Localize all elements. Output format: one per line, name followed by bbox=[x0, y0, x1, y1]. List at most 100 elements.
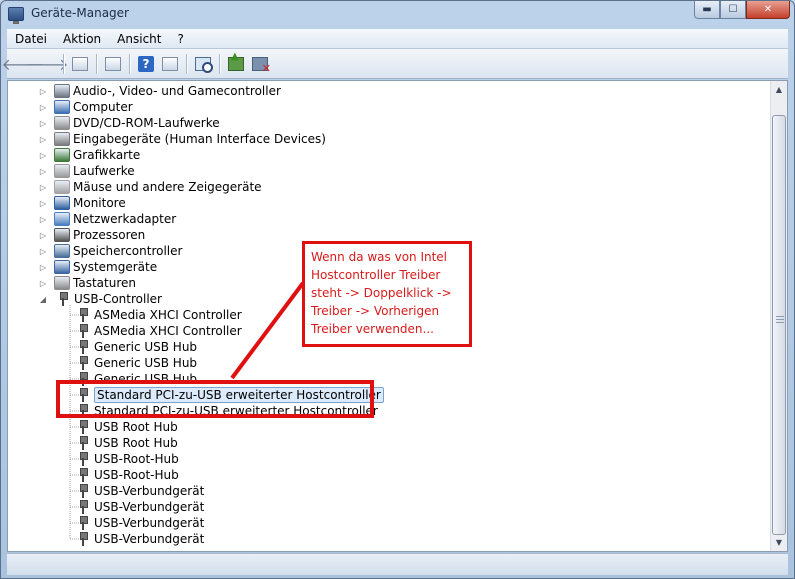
expand-arrow-icon[interactable]: ▷ bbox=[38, 163, 48, 179]
uninstall-button[interactable] bbox=[249, 53, 271, 75]
usb-device-item[interactable]: Generic USB Hub bbox=[74, 355, 197, 371]
tree-category-item[interactable]: Monitore bbox=[54, 195, 126, 211]
expand-arrow-icon[interactable]: ▷ bbox=[38, 83, 48, 99]
tree-item-label: Standard PCI-zu-USB erweiterter Hostcont… bbox=[94, 404, 378, 418]
tree-category-item[interactable]: Grafikkarte bbox=[54, 147, 140, 163]
usb-device-item[interactable]: Standard PCI-zu-USB erweiterter Hostcont… bbox=[74, 403, 378, 419]
update-driver-button[interactable] bbox=[225, 51, 247, 75]
tree-item-label: Netzwerkadapter bbox=[73, 212, 177, 226]
title-bar[interactable]: Geräte-Manager ▬ ☐ ✕ bbox=[1, 1, 794, 29]
usb-device-item[interactable]: Generic USB Hub bbox=[74, 371, 197, 387]
scroll-down-arrow-icon[interactable]: ▼ bbox=[771, 534, 787, 551]
menu-datei[interactable]: Datei bbox=[7, 32, 55, 46]
menu-ansicht[interactable]: Ansicht bbox=[109, 32, 169, 46]
properties-button[interactable] bbox=[102, 53, 124, 75]
tree-item-label: USB-Root-Hub bbox=[94, 468, 179, 482]
usb-device-icon bbox=[78, 500, 88, 514]
expand-arrow-icon[interactable]: ▷ bbox=[38, 259, 48, 275]
expand-arrow-icon[interactable]: ▷ bbox=[38, 195, 48, 211]
annotation-callout: Wenn da was von Intel Hostcontroller Tre… bbox=[302, 241, 472, 347]
usb-device-item[interactable]: USB Root Hub bbox=[74, 435, 178, 451]
usb-device-item[interactable]: USB Root Hub bbox=[74, 419, 178, 435]
scrollbar-thumb[interactable] bbox=[772, 115, 786, 535]
usb-device-item[interactable]: USB-Root-Hub bbox=[74, 467, 179, 483]
help-icon: ? bbox=[138, 55, 154, 72]
tree-category-item[interactable]: Prozessoren bbox=[54, 227, 145, 243]
tree-category-item[interactable]: Tastaturen bbox=[54, 275, 136, 291]
tree-category-item[interactable]: Audio-, Video- und Gamecontroller bbox=[54, 83, 281, 99]
expand-arrow-icon[interactable]: ▷ bbox=[38, 211, 48, 227]
usb-device-item[interactable]: USB-Verbundgerät bbox=[74, 483, 204, 499]
expand-arrow-icon[interactable]: ▷ bbox=[38, 227, 48, 243]
tree-item-label: Laufwerke bbox=[73, 164, 135, 178]
expand-arrow-icon[interactable]: ▷ bbox=[38, 275, 48, 291]
forward-button[interactable]: 🡒 bbox=[26, 53, 69, 75]
tree-item-label: USB-Controller bbox=[74, 292, 162, 306]
maximize-button[interactable]: ☐ bbox=[720, 1, 746, 19]
tree-item-label: USB-Verbundgerät bbox=[94, 500, 205, 514]
tree-item-label: Speichercontroller bbox=[73, 244, 183, 258]
tree-item-label: Generic USB Hub bbox=[94, 356, 198, 370]
system-device-icon bbox=[54, 260, 70, 274]
properties-icon bbox=[105, 56, 121, 71]
menu-help[interactable]: ? bbox=[169, 32, 191, 46]
expand-arrow-icon[interactable]: ▷ bbox=[38, 131, 48, 147]
usb-device-icon bbox=[78, 516, 88, 530]
toolbar-separator bbox=[63, 53, 64, 74]
usb-device-item[interactable]: USB-Verbundgerät bbox=[74, 515, 204, 531]
status-bar bbox=[7, 553, 788, 575]
usb-device-item[interactable]: USB-Verbundgerät bbox=[74, 531, 204, 547]
menu-bar: Datei Aktion Ansicht ? bbox=[7, 29, 788, 49]
view-button[interactable] bbox=[159, 53, 181, 75]
usb-device-icon bbox=[78, 468, 88, 482]
usb-device-item[interactable]: ASMedia XHCI Controller bbox=[74, 323, 242, 339]
device-manager-icon bbox=[8, 7, 24, 24]
usb-device-item[interactable]: USB-Root-Hub bbox=[74, 451, 179, 467]
scroll-grip-icon bbox=[776, 316, 784, 324]
show-console-tree-button[interactable] bbox=[69, 53, 91, 75]
tree-item-label: ASMedia XHCI Controller bbox=[94, 324, 242, 338]
tree-item-label: Tastaturen bbox=[73, 276, 136, 290]
usb-device-icon bbox=[78, 484, 88, 498]
usb-device-icon bbox=[78, 404, 88, 418]
tree-item-label: USB-Verbundgerät bbox=[94, 532, 205, 546]
expand-arrow-icon[interactable]: ▷ bbox=[38, 99, 48, 115]
tree-category-item[interactable]: USB-Controller bbox=[54, 291, 162, 307]
tree-category-item[interactable]: Systemgeräte bbox=[54, 259, 157, 275]
computer-icon bbox=[54, 100, 70, 114]
menu-aktion[interactable]: Aktion bbox=[55, 32, 109, 46]
tree-category-item[interactable]: Computer bbox=[54, 99, 133, 115]
scroll-up-arrow-icon[interactable]: ▲ bbox=[771, 81, 787, 98]
tree-item-label: USB Root Hub bbox=[94, 420, 178, 434]
tree-item-label: USB-Verbundgerät bbox=[94, 484, 205, 498]
usb-device-item[interactable]: Generic USB Hub bbox=[74, 339, 197, 355]
expand-arrow-icon[interactable]: ▷ bbox=[38, 179, 48, 195]
close-button[interactable]: ✕ bbox=[746, 1, 790, 19]
uninstall-icon bbox=[252, 56, 271, 75]
usb-device-icon bbox=[78, 452, 88, 466]
tree-category-item[interactable]: Mäuse und andere Zeigegeräte bbox=[54, 179, 262, 195]
expand-arrow-icon[interactable]: ▷ bbox=[38, 243, 48, 259]
tree-item-label: Eingabegeräte (Human Interface Devices) bbox=[73, 132, 326, 146]
usb-device-icon bbox=[78, 388, 88, 402]
tree-category-item[interactable]: Laufwerke bbox=[54, 163, 135, 179]
expand-arrow-icon[interactable]: ▷ bbox=[38, 115, 48, 131]
usb-device-item[interactable]: ASMedia XHCI Controller bbox=[74, 307, 242, 323]
tree-category-item[interactable]: Netzwerkadapter bbox=[54, 211, 176, 227]
usb-device-item[interactable]: USB-Verbundgerät bbox=[74, 499, 204, 515]
display-adapter-icon bbox=[54, 148, 70, 162]
tree-category-item[interactable]: Eingabegeräte (Human Interface Devices) bbox=[54, 131, 326, 147]
tree-item-label: USB Root Hub bbox=[94, 436, 178, 450]
usb-device-item[interactable]: Standard PCI-zu-USB erweiterter Hostcont… bbox=[74, 387, 384, 403]
scan-hardware-button[interactable] bbox=[192, 53, 214, 75]
collapse-arrow-icon[interactable]: ◢ bbox=[38, 291, 48, 307]
expand-arrow-icon[interactable]: ▷ bbox=[38, 147, 48, 163]
tree-category-item[interactable]: DVD/CD-ROM-Laufwerke bbox=[54, 115, 220, 131]
console-tree-icon bbox=[72, 56, 88, 71]
tree-category-item[interactable]: Speichercontroller bbox=[54, 243, 182, 259]
vertical-scrollbar[interactable]: ▲ ▼ bbox=[770, 81, 787, 551]
toolbar-separator bbox=[96, 53, 97, 74]
usb-device-icon bbox=[78, 324, 88, 338]
minimize-button[interactable]: ▬ bbox=[694, 1, 720, 19]
help-button[interactable]: ? bbox=[135, 53, 157, 75]
